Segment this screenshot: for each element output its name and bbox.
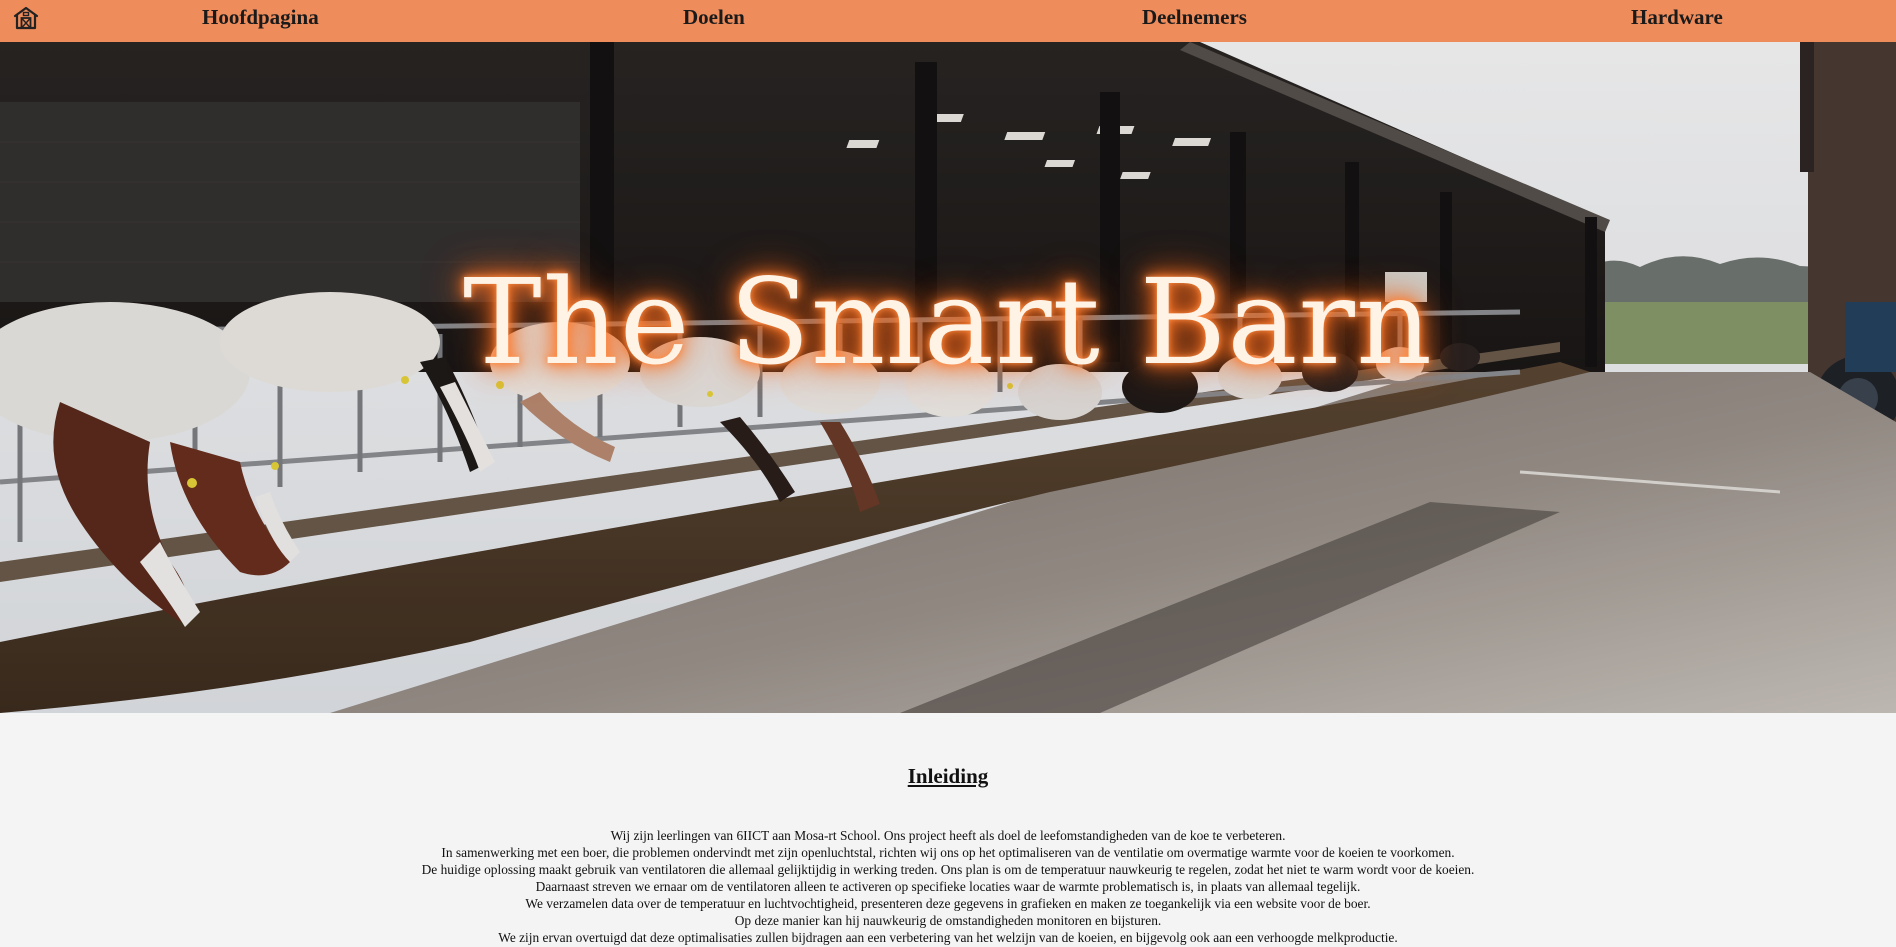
hero-banner: The Smart Barn [0, 42, 1896, 713]
nav-link-doelen[interactable]: Doelen [683, 4, 745, 30]
intro-text: Wij zijn leerlingen van 6IICT aan Mosa-r… [0, 827, 1896, 946]
intro-paragraph: In samenwerking met een boer, die proble… [441, 845, 1455, 860]
intro-paragraph: Wij zijn leerlingen van 6IICT aan Mosa-r… [610, 828, 1286, 843]
hero-title: The Smart Barn [463, 253, 1433, 391]
intro-paragraph: Daarnaast streven we ernaar om de ventil… [535, 879, 1361, 894]
intro-paragraph: We verzamelen data over de temperatuur e… [525, 896, 1371, 911]
barn-icon[interactable] [11, 3, 41, 33]
nav-link-hardware[interactable]: Hardware [1631, 4, 1723, 30]
intro-heading: Inleiding [907, 764, 989, 788]
intro-paragraph: De huidige oplossing maakt gebruik van v… [421, 862, 1475, 877]
top-navigation: Hoofdpagina Doelen Deelnemers Hardware [0, 0, 1896, 42]
nav-link-deelnemers[interactable]: Deelnemers [1142, 4, 1247, 30]
nav-link-hoofdpagina[interactable]: Hoofdpagina [202, 4, 319, 30]
intro-paragraph: Op deze manier kan hij nauwkeurig de oms… [734, 913, 1162, 928]
intro-paragraph: We zijn ervan overtuigd dat deze optimal… [498, 930, 1398, 945]
